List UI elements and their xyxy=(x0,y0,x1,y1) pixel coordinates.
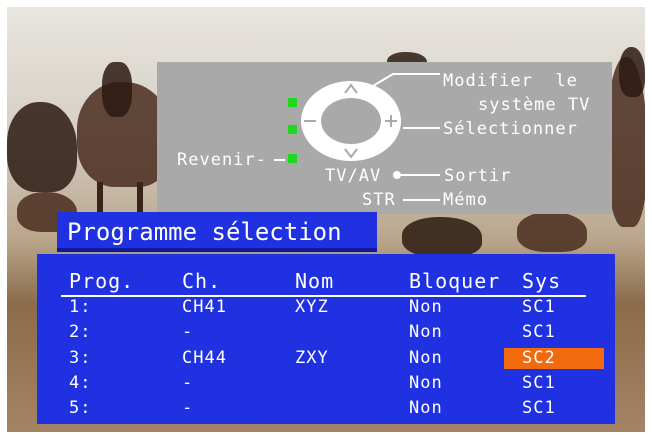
sys-cell-selected[interactable]: SC2 xyxy=(522,350,556,367)
prog-cell: 3: xyxy=(69,348,92,368)
ch-cell: - xyxy=(182,373,194,393)
ch-cell: CH41 xyxy=(182,297,227,317)
bloquer-cell[interactable]: Non xyxy=(409,375,443,392)
modify-tv-system-label-line2: système TV xyxy=(478,95,591,115)
exit-label: Sortir xyxy=(444,166,512,186)
menu-title: Programme sélection xyxy=(67,218,342,246)
back-label: Revenir- xyxy=(177,150,267,170)
sys-cell[interactable]: SC1 xyxy=(522,375,556,392)
sys-cell[interactable]: SC1 xyxy=(522,324,556,341)
prog-cell: 5: xyxy=(69,398,92,418)
bloquer-cell[interactable]: Non xyxy=(409,400,443,417)
nom-cell: ZXY xyxy=(295,348,329,368)
select-label: Sélectionner xyxy=(443,119,578,139)
bloquer-cell[interactable]: Non xyxy=(409,324,443,341)
column-header-bloquer: Bloquer xyxy=(409,269,501,293)
memo-label: Mémo xyxy=(443,190,488,210)
column-header-sys: Sys xyxy=(522,269,562,293)
column-header-ch: Ch. xyxy=(182,269,222,293)
str-label: STR xyxy=(362,190,396,210)
ch-cell: - xyxy=(182,322,194,342)
program-table: Prog. Ch. Nom Bloquer Sys 1: CH41 XYZ No… xyxy=(37,254,615,424)
bloquer-cell[interactable]: Non xyxy=(409,299,443,316)
menu-title-bar: Programme sélection xyxy=(57,212,377,252)
tv-av-label: TV/AV xyxy=(325,166,382,186)
ch-cell: CH44 xyxy=(182,348,227,368)
bloquer-cell[interactable]: Non xyxy=(409,350,443,367)
remote-help-panel: Modifier le système TV Sélectionner Reve… xyxy=(157,62,612,214)
column-header-prog: Prog. xyxy=(69,269,135,293)
ch-cell: - xyxy=(182,398,194,418)
prog-cell: 2: xyxy=(69,322,92,342)
nom-cell: XYZ xyxy=(295,297,329,317)
prog-cell: 4: xyxy=(69,373,92,393)
sys-cell[interactable]: SC1 xyxy=(522,400,556,417)
modify-tv-system-label: Modifier le xyxy=(443,71,578,91)
prog-cell: 1: xyxy=(69,297,92,317)
column-header-nom: Nom xyxy=(295,269,335,293)
sys-cell[interactable]: SC1 xyxy=(522,299,556,316)
